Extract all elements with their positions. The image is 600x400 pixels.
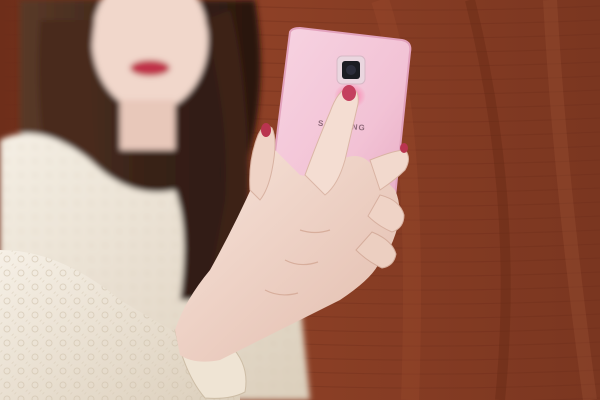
lips (130, 60, 170, 76)
photo-scene: SAMSUNG (0, 0, 600, 400)
thumb-nail (261, 123, 271, 137)
photo-illustration: SAMSUNG (0, 0, 600, 400)
index-fingernail (342, 85, 356, 101)
